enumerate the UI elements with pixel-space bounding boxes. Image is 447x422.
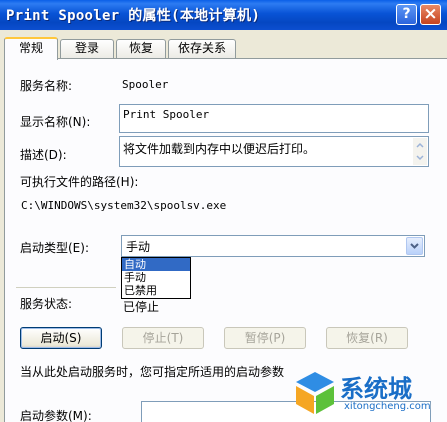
description-label: 描述(D): — [20, 148, 67, 162]
startup-type-listbox[interactable]: 自动 手动 已禁用 — [121, 257, 191, 299]
stop-button-label: 停止(T) — [142, 331, 184, 345]
tab-logon[interactable]: 登录 — [60, 39, 114, 58]
tab-dependencies-label: 依存关系 — [177, 41, 226, 55]
watermark-logo-icon — [296, 372, 334, 414]
tab-recovery-label: 恢复 — [128, 41, 153, 55]
tab-general-label: 常规 — [18, 41, 43, 55]
close-icon: × — [423, 4, 438, 24]
start-button-label: 启动(S) — [40, 331, 82, 345]
title-bar[interactable]: Print Spooler 的属性(本地计算机) ? × — [0, 0, 447, 30]
resume-button-label: 恢复(R) — [346, 331, 388, 345]
pause-button-label: 暂停(P) — [244, 331, 286, 345]
window-title: Print Spooler 的属性(本地计算机) — [6, 8, 261, 24]
tab-recovery[interactable]: 恢复 — [116, 39, 166, 58]
service-status-label: 服务状态: — [20, 297, 73, 311]
startup-option-manual[interactable]: 手动 — [122, 271, 190, 284]
display-name-value: Print Spooler — [123, 108, 210, 121]
service-name-value: Spooler — [122, 78, 169, 91]
exe-path-value: C:\WINDOWS\system32\spoolsv.exe — [21, 199, 227, 212]
help-icon: ? — [402, 6, 411, 22]
stop-button[interactable]: 停止(T) — [122, 327, 204, 349]
start-params-label: 启动参数(M): — [20, 409, 92, 422]
properties-dialog: Print Spooler 的属性(本地计算机) ? × 常规 登录 恢复 依存… — [0, 0, 447, 422]
startup-type-label: 启动类型(E): — [20, 241, 89, 255]
description-field[interactable]: 将文件加载到内存中以便迟后打印。 — [119, 136, 429, 167]
resume-button[interactable]: 恢复(R) — [326, 327, 408, 349]
separator — [16, 287, 116, 288]
site-watermark: 系统城 xitongcheng.com — [290, 365, 447, 422]
tab-logon-label: 登录 — [74, 41, 99, 55]
startup-option-auto[interactable]: 自动 — [122, 258, 190, 271]
start-params-hint: 当从此处启动服务时，您可指定所适用的启动参数 — [20, 365, 285, 379]
display-name-field[interactable]: Print Spooler — [119, 104, 429, 133]
close-button[interactable]: × — [420, 4, 441, 25]
scroll-arrows-icon — [416, 142, 424, 161]
startup-type-dropdown-button[interactable] — [406, 237, 423, 255]
startup-option-disabled[interactable]: 已禁用 — [122, 284, 190, 297]
description-scrollbar[interactable] — [413, 138, 427, 165]
watermark-text: 系统城 — [340, 375, 412, 403]
service-name-label: 服务名称: — [20, 79, 73, 93]
service-status-value: 已停止 — [123, 300, 160, 314]
tab-dependencies[interactable]: 依存关系 — [168, 39, 236, 58]
startup-type-select[interactable]: 手动 — [121, 235, 425, 257]
exe-path-field[interactable]: C:\WINDOWS\system32\spoolsv.exe — [18, 193, 429, 217]
pause-button[interactable]: 暂停(P) — [224, 327, 306, 349]
startup-type-value: 手动 — [126, 240, 151, 254]
description-value: 将文件加载到内存中以便迟后打印。 — [123, 142, 316, 156]
tab-general[interactable]: 常规 — [4, 37, 58, 60]
watermark-url: xitongcheng.com — [344, 401, 431, 412]
chevron-down-icon — [410, 243, 419, 249]
display-name-label: 显示名称(N): — [20, 115, 91, 129]
help-button[interactable]: ? — [396, 4, 417, 25]
exe-path-label: 可执行文件的路径(H): — [20, 175, 139, 189]
start-button[interactable]: 启动(S) — [20, 327, 102, 349]
